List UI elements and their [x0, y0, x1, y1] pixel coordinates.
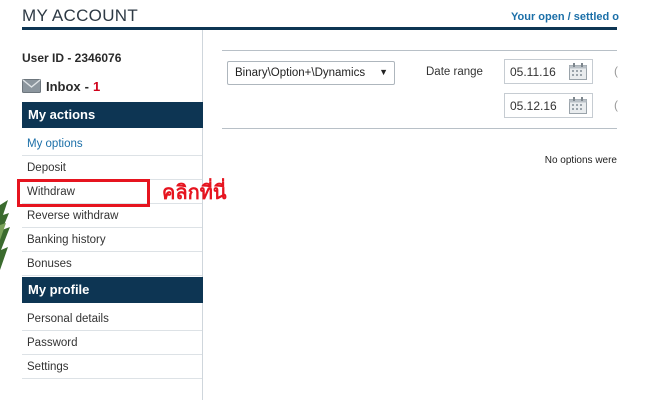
click-here-annotation: คลิกที่นี่ [162, 180, 227, 204]
cut-off-control: ( [614, 64, 618, 78]
divider-bottom [222, 128, 617, 129]
sidebar-item-personal-details[interactable]: Personal details [22, 307, 202, 331]
sidebar-item-my-options[interactable]: My options [22, 132, 202, 156]
inbox-link[interactable]: Inbox - 1 [22, 77, 100, 95]
user-id: User ID - 2346076 [22, 51, 122, 65]
inbox-separator: - [84, 78, 90, 94]
date-from-field[interactable]: 05.11.16 [504, 59, 593, 84]
market-select[interactable]: Binary\Option+\Dynamics ▼ [227, 61, 395, 85]
open-settled-link[interactable]: Your open / settled o [511, 11, 619, 23]
cut-off-control: ( [614, 98, 618, 112]
no-options-message: No options were [544, 155, 617, 166]
sidebar-item-password[interactable]: Password [22, 331, 202, 355]
account-sidebar: User ID - 2346076 Inbox - 1 My actions M… [22, 30, 203, 400]
date-to-field[interactable]: 05.12.16 [504, 93, 593, 118]
sidebar-item-banking-history[interactable]: Banking history [22, 228, 202, 252]
date-to-value: 05.12.16 [510, 99, 557, 113]
page-header: MY ACCOUNT Your open / settled o [22, 0, 619, 30]
date-range-label: Date range [426, 66, 483, 78]
market-select-value: Binary\Option+\Dynamics [235, 67, 366, 79]
plant-decoration-icon [0, 200, 10, 270]
my-actions-heading: My actions [22, 102, 203, 128]
inbox-count-badge: 1 [93, 78, 101, 94]
page-title: MY ACCOUNT [22, 6, 139, 25]
inbox-label: Inbox [46, 78, 81, 94]
sidebar-item-bonuses[interactable]: Bonuses [22, 252, 202, 276]
sidebar-item-settings[interactable]: Settings [22, 355, 202, 379]
envelope-icon [22, 79, 41, 93]
dropdown-arrow-icon: ▼ [379, 67, 388, 77]
date-from-value: 05.11.16 [510, 65, 556, 79]
calendar-icon[interactable] [569, 97, 587, 114]
my-profile-heading: My profile [22, 277, 203, 303]
calendar-icon[interactable] [569, 63, 587, 80]
withdraw-highlight-box [17, 179, 150, 207]
divider-top [222, 50, 617, 51]
